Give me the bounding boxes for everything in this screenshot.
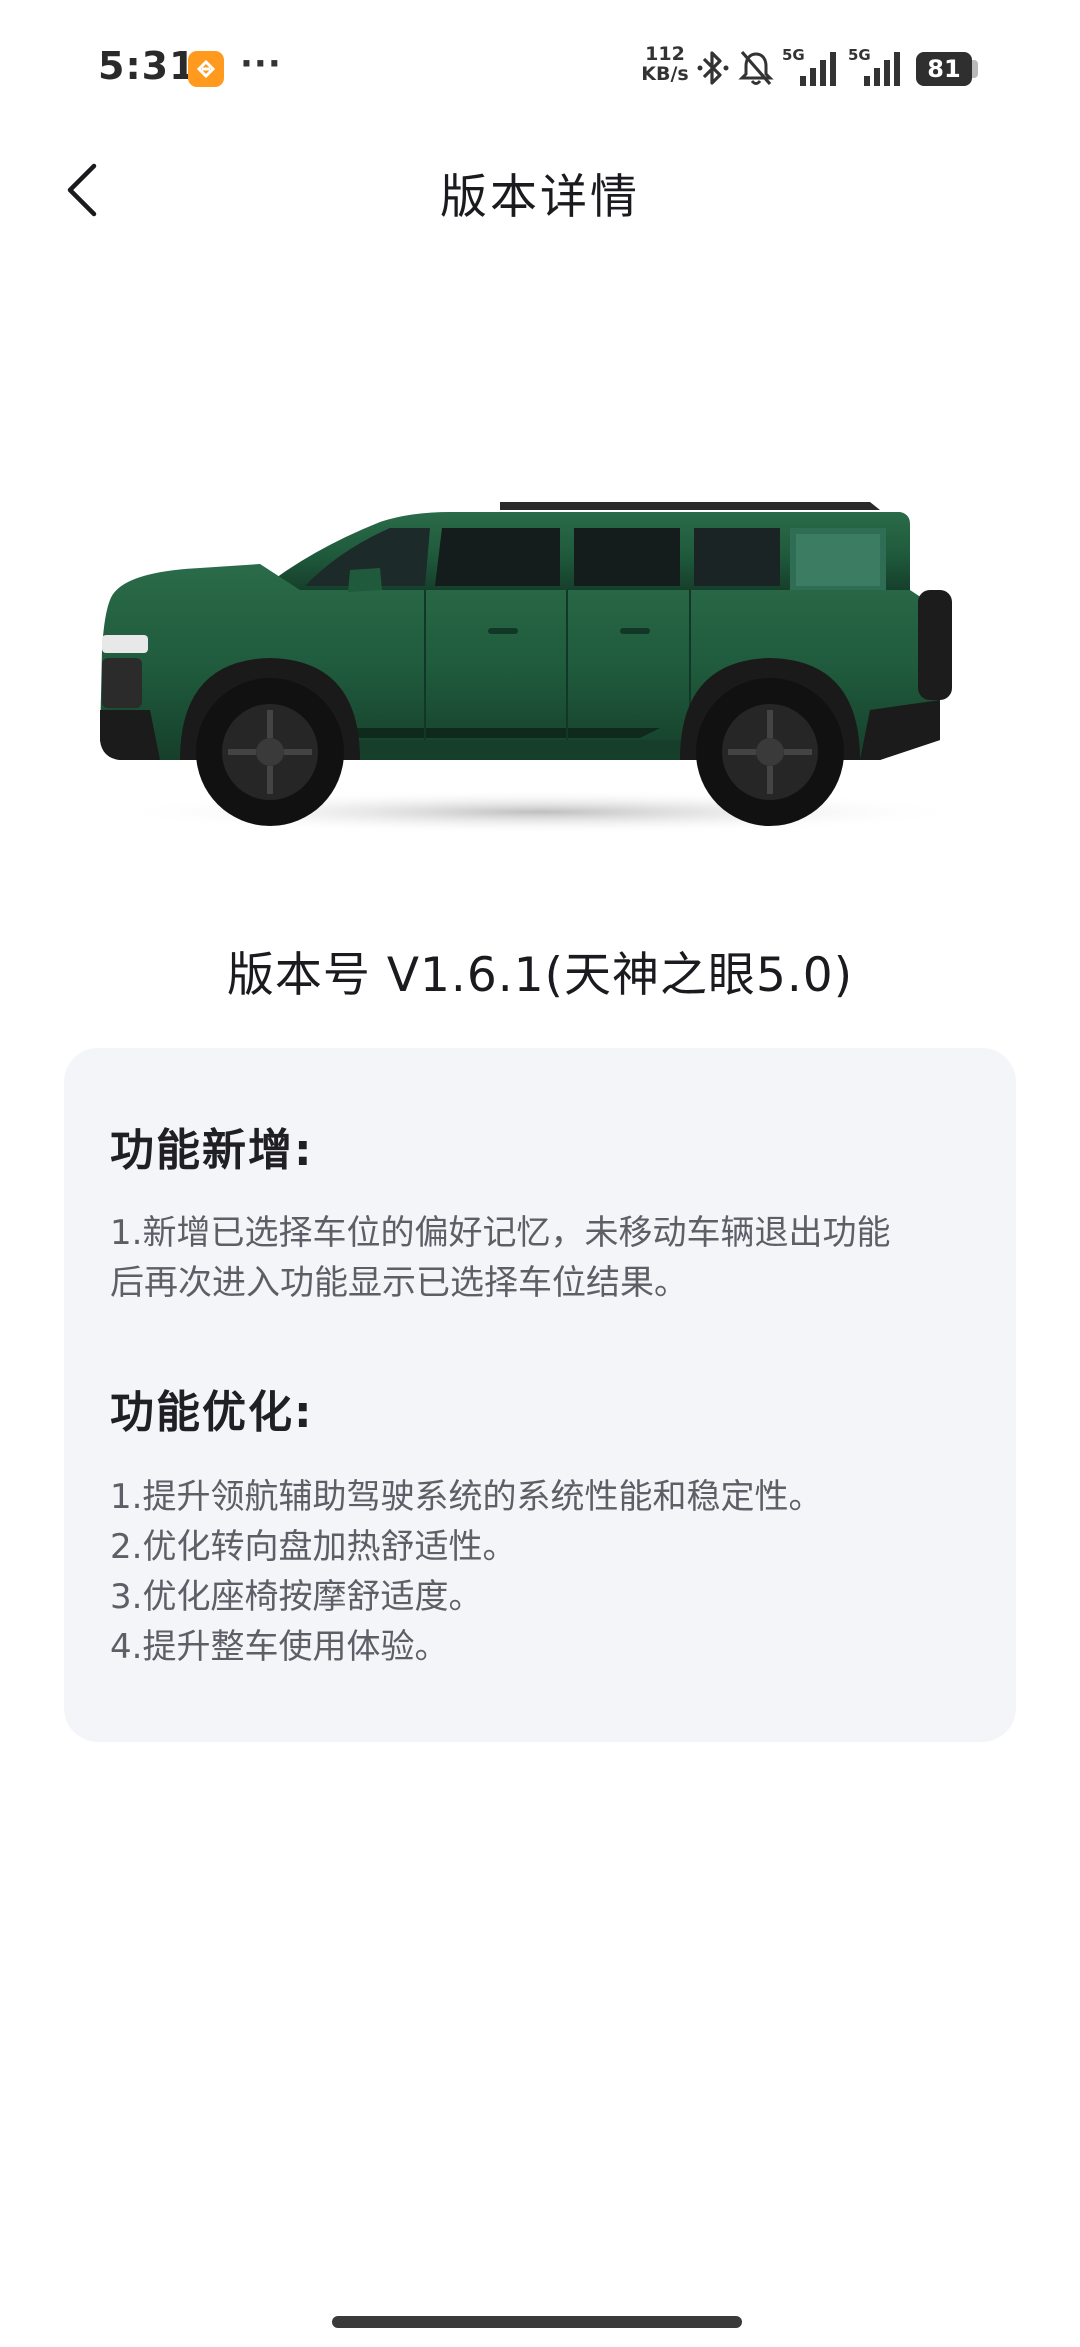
release-notes-card: 功能新增: 1.新增已选择车位的偏好记忆，未移动车辆退出功能 后再次进入功能显示… xyxy=(64,1048,1016,1742)
notifications-muted-icon xyxy=(738,50,774,86)
section-title-optimized: 功能优化: xyxy=(110,1387,314,1438)
bluetooth-icon xyxy=(697,51,729,85)
status-time: 5:31 xyxy=(98,44,197,88)
sim1-signal-icon xyxy=(800,52,836,86)
list-item: 1.新增已选择车位的偏好记忆，未移动车辆退出功能 xyxy=(110,1213,891,1253)
section-title-added: 功能新增: xyxy=(110,1125,314,1176)
network-speed: 112 KB/s xyxy=(640,44,690,84)
version-number: 版本号 V1.6.1(天神之眼5.0) xyxy=(226,948,854,1003)
app-notification-icon xyxy=(188,51,224,87)
vehicle-image xyxy=(100,502,970,834)
section-body-optimized: 1.提升领航辅助驾驶系统的系统性能和稳定性。 2.优化转向盘加热舒适性。 3.优… xyxy=(110,1472,990,1672)
list-item: 3.优化座椅按摩舒适度。 xyxy=(110,1577,483,1617)
list-item: 1.提升领航辅助驾驶系统的系统性能和稳定性。 xyxy=(110,1477,823,1517)
battery-icon xyxy=(972,60,978,78)
more-notifications-icon: ··· xyxy=(240,44,282,84)
section-body-added: 1.新增已选择车位的偏好记忆，未移动车辆退出功能 后再次进入功能显示已选择车位结… xyxy=(110,1208,990,1308)
list-item: 后再次进入功能显示已选择车位结果。 xyxy=(110,1263,688,1303)
list-item: 4.提升整车使用体验。 xyxy=(110,1627,449,1667)
status-bar: 5:31 ··· 112 KB/s 5G 5G 81 xyxy=(0,0,1080,140)
network-speed-value: 112 xyxy=(645,43,685,65)
network-speed-unit: KB/s xyxy=(641,63,689,85)
battery-level: 81 xyxy=(916,52,972,86)
home-indicator[interactable] xyxy=(332,2316,742,2328)
sim2-signal-icon xyxy=(864,52,900,86)
page-title: 版本详情 xyxy=(440,170,640,225)
list-item: 2.优化转向盘加热舒适性。 xyxy=(110,1527,517,1567)
